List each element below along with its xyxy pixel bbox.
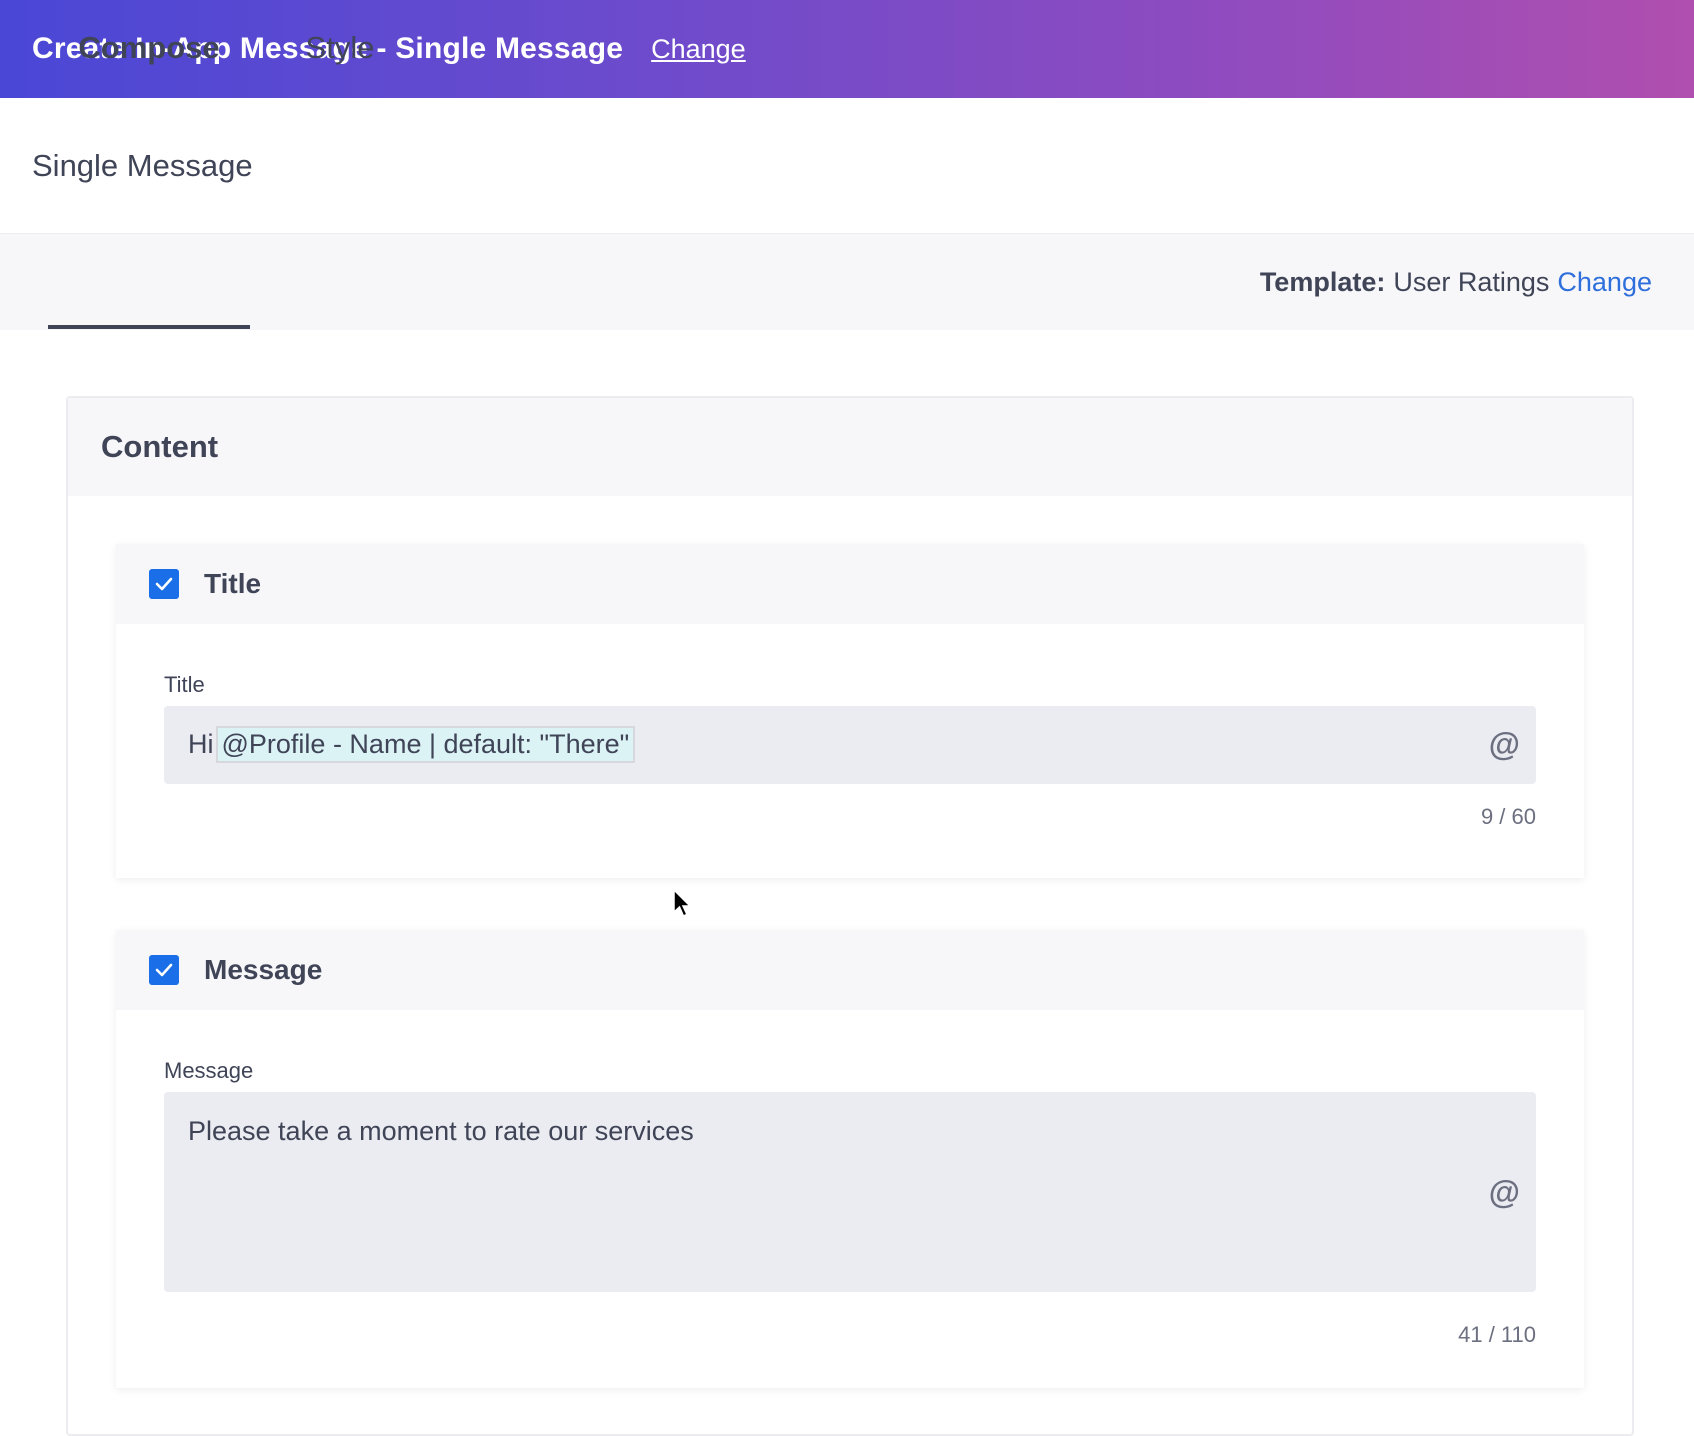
subheader: Single Message bbox=[0, 98, 1694, 234]
content-section-title: Content bbox=[101, 429, 219, 464]
template-info: Template: User Ratings Change bbox=[1260, 234, 1652, 330]
template-name: User Ratings bbox=[1393, 266, 1550, 297]
tab-style[interactable]: Style bbox=[280, 0, 400, 96]
title-input[interactable]: Hi @Profile - Name | default: "There" @ bbox=[164, 706, 1536, 784]
title-input-value: Hi @Profile - Name | default: "There" bbox=[188, 726, 636, 763]
message-card-header: Message bbox=[116, 930, 1584, 1010]
mouse-cursor-icon bbox=[673, 888, 692, 917]
top-header: Create In-App Message - Single Message C… bbox=[0, 0, 1694, 98]
active-tab-indicator bbox=[48, 325, 250, 329]
change-template-link[interactable]: Change bbox=[1557, 267, 1652, 298]
message-card: Message Message Please take a moment to … bbox=[116, 930, 1584, 1388]
check-icon bbox=[155, 577, 173, 591]
tab-compose[interactable]: Compose bbox=[48, 0, 250, 96]
content-panel: Content Title Title Hi @Profile - Name | … bbox=[66, 396, 1634, 1436]
title-character-counter: 9 / 60 bbox=[1480, 804, 1536, 829]
title-card-header: Title bbox=[116, 544, 1584, 624]
profile-name-token[interactable]: @Profile - Name | default: "There" bbox=[215, 726, 636, 763]
content-header: Content bbox=[68, 398, 1632, 496]
at-icon[interactable]: @ bbox=[1489, 1174, 1520, 1211]
message-field-label: Message bbox=[164, 1058, 254, 1083]
message-textarea[interactable]: Please take a moment to rate our service… bbox=[164, 1092, 1536, 1292]
title-card: Title Title Hi @Profile - Name | default:… bbox=[116, 544, 1584, 878]
message-input-value: Please take a moment to rate our service… bbox=[188, 1116, 694, 1146]
title-checkbox[interactable] bbox=[149, 569, 179, 599]
change-message-type-link[interactable]: Change bbox=[651, 34, 746, 65]
check-icon bbox=[155, 963, 173, 977]
title-field-label: Title bbox=[164, 672, 205, 697]
message-character-counter: 41 / 110 bbox=[1458, 1322, 1536, 1347]
message-checkbox-label: Message bbox=[204, 954, 323, 985]
template-label: Template: bbox=[1259, 266, 1386, 297]
at-icon[interactable]: @ bbox=[1489, 726, 1520, 763]
title-prefix: Hi bbox=[188, 729, 214, 759]
message-type-title: Single Message bbox=[32, 147, 253, 183]
message-checkbox[interactable] bbox=[149, 955, 179, 985]
title-checkbox-label: Title bbox=[204, 568, 262, 599]
